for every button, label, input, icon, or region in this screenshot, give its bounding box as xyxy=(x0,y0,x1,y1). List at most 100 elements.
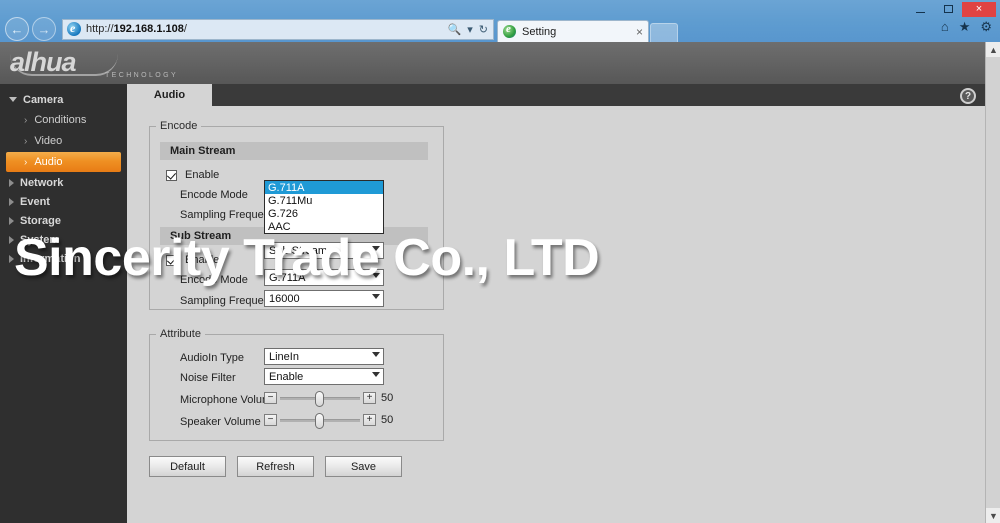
favorites-icon[interactable]: ★ xyxy=(959,20,971,33)
main-encode-mode-label: Encode Mode xyxy=(180,189,248,201)
sidebar-item-conditions[interactable]: › Conditions xyxy=(6,110,121,130)
content-area: Audio ? Encode Main Stream Enable Encode… xyxy=(127,84,985,523)
close-window-button[interactable]: × xyxy=(962,1,996,17)
audioin-type-label: AudioIn Type xyxy=(180,352,245,364)
chevron-down-icon xyxy=(372,273,380,278)
sidebar-item-audio[interactable]: › Audio xyxy=(6,152,121,172)
audioin-type-value: LineIn xyxy=(269,350,299,363)
microphone-volume-plus-button[interactable]: + xyxy=(363,392,376,404)
main-enable-checkbox[interactable] xyxy=(166,169,177,181)
dropdown-option-g711a[interactable]: G.711A xyxy=(265,181,383,194)
sidebar-group-label: Information xyxy=(20,252,81,265)
dahua-logo: alhua TECHNOLOGY xyxy=(10,45,250,83)
logo-subtitle: TECHNOLOGY xyxy=(105,72,179,79)
triangle-right-icon xyxy=(9,235,14,244)
microphone-volume-row: Microphone Volume xyxy=(180,390,277,410)
audioin-type-select[interactable]: LineIn xyxy=(264,348,384,365)
browser-chrome: × ← → http://192.168.1.108/ 🔍 ▾ ↻ Settin… xyxy=(0,0,1000,42)
chevron-right-icon: › xyxy=(24,156,28,168)
sidebar-group-storage[interactable]: Storage xyxy=(0,211,127,230)
microphone-volume-minus-button[interactable]: − xyxy=(264,392,277,404)
sub-sampling-select[interactable]: 16000 xyxy=(264,290,384,307)
sidebar-group-label: System xyxy=(20,233,60,246)
encode-group: Encode Main Stream Enable Encode Mode Sa… xyxy=(149,120,444,310)
sidebar-item-video[interactable]: › Video xyxy=(6,131,121,151)
browser-nav-row: ← → http://192.168.1.108/ 🔍 ▾ ↻ Setting … xyxy=(0,16,1000,42)
noise-filter-label: Noise Filter xyxy=(180,372,236,384)
dropdown-option-g711mu[interactable]: G.711Mu xyxy=(265,194,383,207)
chevron-down-icon[interactable]: ▾ xyxy=(467,23,473,36)
app-header: alhua TECHNOLOGY xyxy=(0,42,985,84)
sidebar-group-event[interactable]: Event xyxy=(0,192,127,211)
content-tabbar: Audio ? xyxy=(127,84,985,106)
sub-enable-label: Enable xyxy=(185,254,220,266)
chevron-down-icon xyxy=(372,372,380,377)
sidebar-group-camera[interactable]: Camera xyxy=(0,90,127,109)
speaker-volume-row: Speaker Volume xyxy=(180,412,261,432)
tab-close-icon[interactable]: × xyxy=(636,26,643,38)
sidebar-item-label: Conditions xyxy=(34,114,87,126)
main-stream-header: Main Stream xyxy=(160,142,428,160)
forward-arrow-icon[interactable]: → xyxy=(32,17,56,41)
microphone-volume-slider[interactable]: − + 50 xyxy=(264,389,393,407)
body-row: Camera › Conditions › Video › Audio Netw… xyxy=(0,84,985,523)
speaker-volume-slider[interactable]: − + 50 xyxy=(264,411,393,429)
sub-enable-checkbox[interactable] xyxy=(166,254,177,266)
tab-audio[interactable]: Audio xyxy=(127,84,212,106)
minimize-button[interactable] xyxy=(906,2,934,17)
microphone-volume-label: Microphone Volume xyxy=(180,394,278,406)
sidebar-item-label: Video xyxy=(34,135,63,147)
address-bar[interactable]: http://192.168.1.108/ 🔍 ▾ ↻ xyxy=(62,18,494,40)
speaker-volume-plus-button[interactable]: + xyxy=(363,414,376,426)
microphone-volume-thumb[interactable] xyxy=(315,390,325,407)
save-button[interactable]: Save xyxy=(325,456,402,477)
tools-gear-icon[interactable]: ⚙ xyxy=(980,20,992,33)
scroll-up-arrow-icon[interactable]: ▲ xyxy=(986,42,1000,57)
sidebar: Camera › Conditions › Video › Audio Netw… xyxy=(0,84,127,523)
sidebar-group-information[interactable]: Information xyxy=(0,249,127,268)
logo-wordmark: alhua xyxy=(10,47,77,77)
address-bar-url: http://192.168.1.108/ xyxy=(86,23,187,35)
speaker-volume-track[interactable] xyxy=(280,412,360,429)
triangle-right-icon xyxy=(9,216,14,225)
encode-mode-dropdown-list[interactable]: G.711A G.711Mu G.726 AAC xyxy=(264,180,384,234)
scroll-down-arrow-icon[interactable]: ▼ xyxy=(986,508,1000,523)
chevron-down-icon xyxy=(372,246,380,251)
new-tab-button[interactable] xyxy=(650,23,678,42)
home-icon[interactable]: ⌂ xyxy=(941,20,949,33)
sub-enable-row[interactable]: Enable xyxy=(166,250,219,270)
sub-stream-select[interactable]: Sub Stream xyxy=(264,242,384,259)
sidebar-group-label: Event xyxy=(20,195,50,208)
speaker-volume-thumb[interactable] xyxy=(315,412,325,429)
page-scrollbar[interactable]: ▲ ▼ xyxy=(985,42,1000,523)
noise-filter-select[interactable]: Enable xyxy=(264,368,384,385)
help-icon[interactable]: ? xyxy=(960,88,976,104)
chevron-right-icon: › xyxy=(24,135,28,147)
refresh-button[interactable]: Refresh xyxy=(237,456,314,477)
microphone-volume-track[interactable] xyxy=(280,390,360,407)
noise-filter-row: Noise Filter xyxy=(180,368,236,388)
tab-setting[interactable]: Setting × xyxy=(497,20,649,42)
default-button[interactable]: Default xyxy=(149,456,226,477)
main-enable-row[interactable]: Enable xyxy=(166,165,219,185)
sidebar-group-label: Network xyxy=(20,176,64,189)
noise-filter-value: Enable xyxy=(269,370,304,383)
speaker-volume-minus-button[interactable]: − xyxy=(264,414,277,426)
back-arrow-icon[interactable]: ← xyxy=(5,17,29,41)
main-encode-mode-row: Encode Mode xyxy=(180,185,248,205)
main-enable-label: Enable xyxy=(185,169,220,181)
dropdown-option-g726[interactable]: G.726 xyxy=(265,207,383,220)
maximize-button[interactable] xyxy=(934,2,962,17)
refresh-icon[interactable]: ↻ xyxy=(479,23,488,36)
search-icon[interactable]: 🔍 xyxy=(448,23,462,36)
sidebar-item-label: Audio xyxy=(34,156,63,168)
browser-tool-icons: ⌂ ★ ⚙ xyxy=(941,20,992,33)
sub-stream-select-value: Sub Stream xyxy=(269,244,328,257)
attribute-group: Attribute AudioIn Type LineIn Noise Filt… xyxy=(149,328,444,441)
sidebar-group-system[interactable]: System xyxy=(0,230,127,249)
tab-label: Setting xyxy=(522,25,557,38)
chevron-down-icon xyxy=(372,294,380,299)
sub-encode-mode-select[interactable]: G.711A xyxy=(264,269,384,286)
sidebar-group-network[interactable]: Network xyxy=(0,173,127,192)
dropdown-option-aac[interactable]: AAC xyxy=(265,220,383,233)
